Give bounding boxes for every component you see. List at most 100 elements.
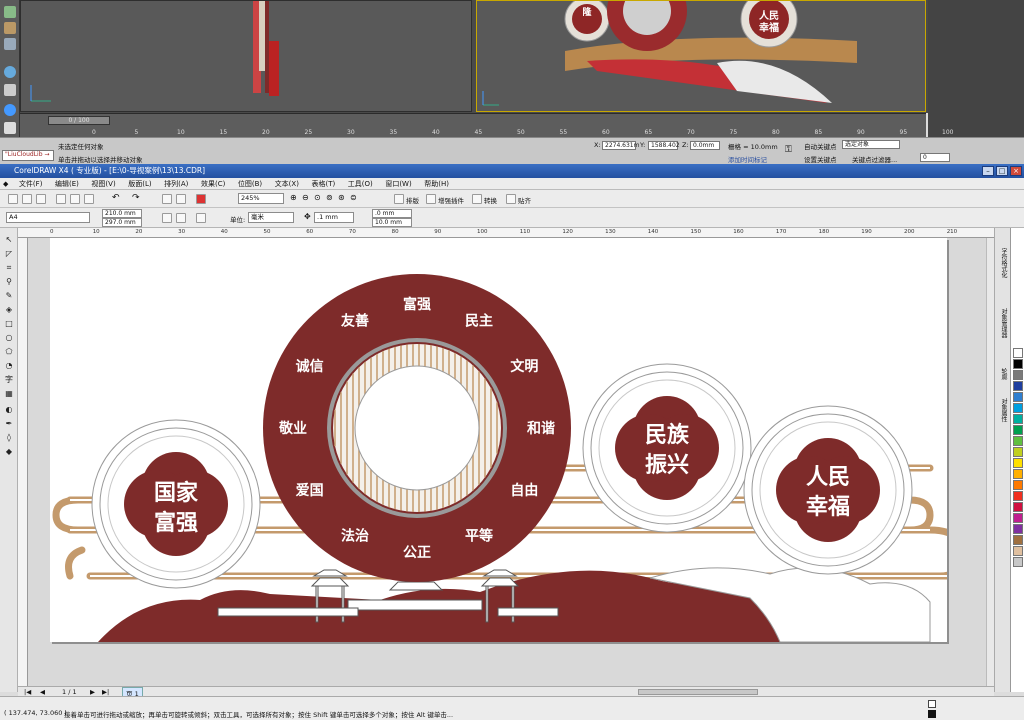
- menu-file[interactable]: 文件(F): [14, 178, 48, 190]
- interactive-tool-icon[interactable]: ◐: [3, 404, 15, 415]
- zoom-page-icon[interactable]: ⊛: [338, 193, 345, 202]
- frame-field[interactable]: 0: [920, 153, 950, 162]
- crop-tool-icon[interactable]: ⌗: [3, 262, 15, 273]
- zoom-width-icon[interactable]: ⊜: [350, 193, 357, 202]
- palette-swatch[interactable]: [1013, 491, 1023, 501]
- max-viewport-perspective[interactable]: 隆 人民 幸福: [476, 0, 926, 112]
- portrait-icon[interactable]: [162, 213, 172, 223]
- palette-swatch[interactable]: [1013, 447, 1023, 457]
- render-icon[interactable]: [4, 104, 16, 116]
- table-tool-icon[interactable]: ▦: [3, 388, 15, 399]
- save-icon[interactable]: [36, 194, 46, 204]
- palette-swatch[interactable]: [1013, 381, 1023, 391]
- all-pages-icon[interactable]: [196, 213, 206, 223]
- key-filters-button[interactable]: 关键点过滤器...: [852, 154, 897, 164]
- prev-page-icon[interactable]: ◀: [40, 688, 45, 696]
- snap-icon[interactable]: [506, 194, 516, 204]
- menu-arrange[interactable]: 排列(A): [159, 178, 193, 190]
- max-timeline[interactable]: 0 / 100 0 5 10 15 20 25 30 35 40 45 50 55 60 65 70 75 80…: [20, 113, 953, 137]
- outline-indicator-icon[interactable]: [928, 710, 936, 718]
- fill-indicator-icon[interactable]: [928, 700, 936, 708]
- new-icon[interactable]: [8, 194, 18, 204]
- coord-z-field[interactable]: 0.0mm: [690, 141, 720, 150]
- add-time-tag[interactable]: 添加时间标记: [728, 154, 767, 164]
- last-page-icon[interactable]: ▶|: [102, 688, 109, 696]
- menu-tools[interactable]: 工具(O): [343, 178, 378, 190]
- application-launcher-icon[interactable]: [196, 194, 206, 204]
- snap-button[interactable]: 贴齐: [518, 195, 531, 205]
- coord-x-field[interactable]: 2274.631m: [602, 141, 639, 150]
- light-icon[interactable]: [4, 38, 16, 50]
- text-tool-icon[interactable]: 字: [3, 374, 15, 385]
- docker-character[interactable]: 字符格式化: [999, 248, 1008, 278]
- copy-icon[interactable]: [70, 194, 80, 204]
- palette-swatch[interactable]: [1013, 513, 1023, 523]
- basic-shapes-icon[interactable]: ◔: [3, 360, 15, 371]
- landscape-icon[interactable]: [176, 213, 186, 223]
- next-page-icon[interactable]: ▶: [90, 688, 95, 696]
- export-icon[interactable]: [176, 194, 186, 204]
- typeset-button[interactable]: 排版: [406, 195, 419, 205]
- docker-object-properties[interactable]: 对象属性: [999, 398, 1008, 422]
- typeset-icon[interactable]: [394, 194, 404, 204]
- outline-tool-icon[interactable]: ◊: [3, 432, 15, 443]
- docker-outline[interactable]: 轮廓: [999, 368, 1008, 380]
- max-command-panel[interactable]: [928, 0, 1024, 137]
- ellipse-tool-icon[interactable]: ○: [3, 332, 15, 343]
- coord-y-field[interactable]: 1588.402: [648, 141, 680, 150]
- palette-swatch[interactable]: [1013, 414, 1023, 424]
- polygon-tool-icon[interactable]: ⬠: [3, 346, 15, 357]
- freehand-tool-icon[interactable]: ✎: [3, 290, 15, 301]
- palette-swatch[interactable]: [1013, 557, 1023, 567]
- duplicate-x-field[interactable]: .0 mm: [372, 209, 412, 218]
- palette-swatch[interactable]: [1013, 359, 1023, 369]
- rectangle-tool-icon[interactable]: □: [3, 318, 15, 329]
- palette-swatch[interactable]: [1013, 502, 1023, 512]
- maxscript-listener[interactable]: "LiuCloudLib →: [2, 150, 54, 161]
- nudge-field[interactable]: .1 mm: [314, 212, 354, 223]
- zoom-all-icon[interactable]: ⊚: [326, 193, 333, 202]
- paste-icon[interactable]: [84, 194, 94, 204]
- convert-button[interactable]: 转换: [484, 195, 497, 205]
- zoom-in-icon[interactable]: ⊕: [290, 193, 297, 202]
- palette-swatch[interactable]: [1013, 546, 1023, 556]
- page-size-select[interactable]: A4: [6, 212, 90, 223]
- import-icon[interactable]: [162, 194, 172, 204]
- horizontal-ruler[interactable]: 0 10 20 30 40 50 60 70 80 90 100 110 120 130 140 150 160…: [18, 228, 994, 238]
- menu-help[interactable]: 帮助(H): [419, 178, 454, 190]
- docker-object-manager[interactable]: 对象管理器: [999, 308, 1008, 338]
- key-icon[interactable]: ⚿: [785, 145, 792, 155]
- close-button[interactable]: ×: [1010, 166, 1022, 176]
- key-filter-select[interactable]: 选定对象: [842, 140, 900, 149]
- menu-bitmaps[interactable]: 位图(B): [233, 178, 267, 190]
- palette-swatch[interactable]: [1013, 469, 1023, 479]
- duplicate-y-field[interactable]: 10.0 mm: [372, 218, 412, 227]
- menu-table[interactable]: 表格(T): [307, 178, 341, 190]
- zoom-select[interactable]: 245%: [238, 193, 284, 204]
- menu-view[interactable]: 视图(V): [86, 178, 120, 190]
- set-key-button[interactable]: 设置关键点: [804, 154, 837, 164]
- eyedropper-icon[interactable]: ✒: [3, 418, 15, 429]
- palette-swatch[interactable]: [1013, 392, 1023, 402]
- convert-icon[interactable]: [472, 194, 482, 204]
- fill-tool-icon[interactable]: ◆: [3, 446, 15, 457]
- palette-swatch[interactable]: [1013, 436, 1023, 446]
- zoom-selected-icon[interactable]: ⊙: [314, 193, 321, 202]
- palette-swatch[interactable]: [1013, 425, 1023, 435]
- timeline-slider[interactable]: 0 / 100: [48, 116, 110, 125]
- plugin-button[interactable]: 增强插件: [438, 195, 464, 205]
- plugin-icon[interactable]: [426, 194, 436, 204]
- palette-swatch[interactable]: [1013, 348, 1023, 358]
- vertical-ruler[interactable]: [18, 238, 28, 686]
- auto-key-button[interactable]: 自动关键点: [804, 141, 837, 151]
- helper-icon[interactable]: [4, 84, 16, 96]
- document-page[interactable]: 国家 富强 民族 振兴 人民 幸福 富强 民主 文明 和谐 自由 平等 公正 法…: [50, 238, 966, 643]
- smart-fill-icon[interactable]: ◈: [3, 304, 15, 315]
- open-icon[interactable]: [22, 194, 32, 204]
- palette-swatch[interactable]: [1013, 480, 1023, 490]
- zoom-out-icon[interactable]: ⊖: [302, 193, 309, 202]
- menu-edit[interactable]: 编辑(E): [50, 178, 84, 190]
- cut-icon[interactable]: [56, 194, 66, 204]
- palette-swatch[interactable]: [1013, 458, 1023, 468]
- undo-icon[interactable]: ↶: [112, 193, 120, 203]
